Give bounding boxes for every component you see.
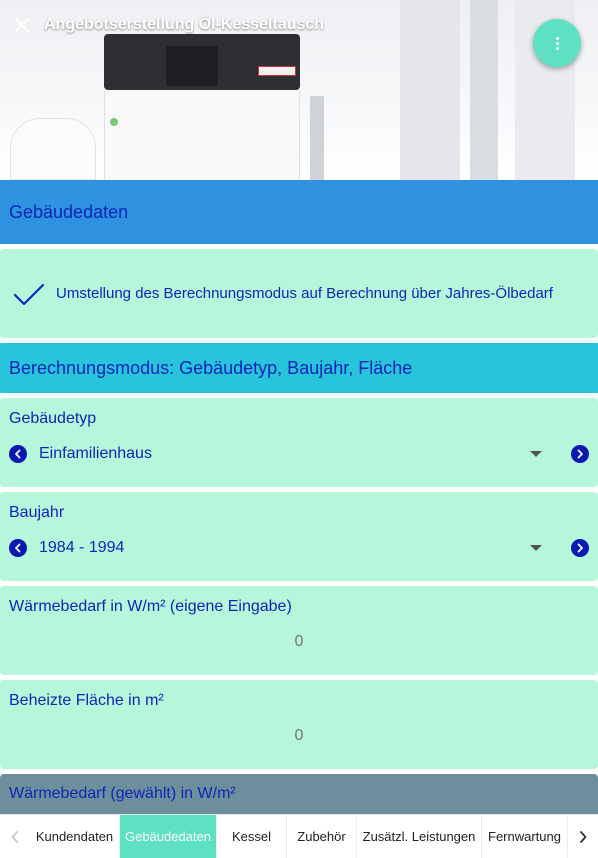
- notice-text: Umstellung des Berechnungsmodus auf Bere…: [56, 284, 553, 302]
- chevron-right-icon: [580, 830, 587, 843]
- app-title: Angebotserstellung Öl-Kesseltausch: [44, 16, 325, 33]
- tab-scroll-right-button[interactable]: [568, 815, 598, 858]
- previous-option-button[interactable]: [9, 539, 27, 557]
- hero-boiler-body: [104, 90, 300, 180]
- section-title: Wärmebedarf (gewählt) in W/m²: [9, 785, 236, 802]
- field-label: Beheizte Fläche in m²: [9, 692, 164, 709]
- flaeche-input[interactable]: [0, 725, 598, 747]
- bottom-tab-bar: Kundendaten Gebäudedaten Kessel Zubehör …: [0, 814, 598, 858]
- field-card-flaeche: Beheizte Fläche in m²: [0, 680, 598, 769]
- baujahr-select[interactable]: 1984 - 1994: [0, 533, 598, 563]
- more-vert-icon: [555, 36, 559, 50]
- tab-kessel[interactable]: Kessel: [217, 815, 287, 858]
- caret-down-icon[interactable]: [530, 545, 542, 551]
- tab-zubehoer[interactable]: Zubehör: [287, 815, 357, 858]
- more-menu-button[interactable]: [533, 19, 581, 67]
- hero-pipe: [310, 96, 324, 180]
- next-option-button[interactable]: [571, 539, 589, 557]
- mode-switch-notice[interactable]: Umstellung des Berechnungsmodus auf Bere…: [0, 249, 598, 338]
- caret-down-icon[interactable]: [530, 451, 542, 457]
- field-label: Gebäudetyp: [9, 410, 97, 427]
- field-card-gebaeudetyp: Gebäudetyp Einfamilienhaus: [0, 398, 598, 487]
- section-title: Berechnungsmodus: Gebäudetyp, Baujahr, F…: [9, 357, 413, 378]
- section-header-berechnungsmodus: Berechnungsmodus: Gebäudetyp, Baujahr, F…: [0, 343, 598, 393]
- tab-kundendaten[interactable]: Kundendaten: [30, 815, 120, 858]
- chevron-right-icon: [577, 543, 583, 553]
- chevron-left-icon: [15, 543, 21, 553]
- next-option-button[interactable]: [571, 445, 589, 463]
- select-value[interactable]: 1984 - 1994: [39, 539, 124, 557]
- chevron-right-icon: [577, 449, 583, 459]
- select-value[interactable]: Einfamilienhaus: [39, 445, 152, 463]
- tab-fernwartung[interactable]: Fernwartung: [482, 815, 568, 858]
- hero-boiler-brand: [258, 66, 296, 76]
- field-label: Baujahr: [9, 504, 65, 521]
- section-title: Gebäudedaten: [9, 201, 129, 222]
- hero-boiler-led: [110, 118, 118, 126]
- section-header-waermebedarf-gewaehlt: Wärmebedarf (gewählt) in W/m²: [0, 774, 598, 814]
- tab-scroll-left-button[interactable]: [0, 815, 30, 858]
- check-icon: [13, 283, 45, 305]
- tab-gebaeudedaten[interactable]: Gebäudedaten: [120, 815, 217, 858]
- section-header-gebaeudedaten: Gebäudedaten: [0, 180, 598, 244]
- close-button[interactable]: [0, 0, 44, 50]
- chevron-left-icon: [11, 830, 18, 843]
- hero-tank: [10, 118, 96, 180]
- app-header: Angebotserstellung Öl-Kesseltausch: [0, 0, 598, 50]
- chevron-left-icon: [15, 449, 21, 459]
- field-card-waermebedarf: Wärmebedarf in W/m² (eigene Eingabe): [0, 586, 598, 675]
- hero-boiler-panel: [166, 46, 218, 86]
- field-label: Wärmebedarf in W/m² (eigene Eingabe): [9, 598, 292, 615]
- tab-zusaetzl-leistungen[interactable]: Zusätzl. Leistungen: [357, 815, 482, 858]
- close-icon: [14, 17, 30, 33]
- previous-option-button[interactable]: [9, 445, 27, 463]
- gebaeudetyp-select[interactable]: Einfamilienhaus: [0, 439, 598, 469]
- field-card-baujahr: Baujahr 1984 - 1994: [0, 492, 598, 581]
- waermebedarf-input[interactable]: [0, 631, 598, 653]
